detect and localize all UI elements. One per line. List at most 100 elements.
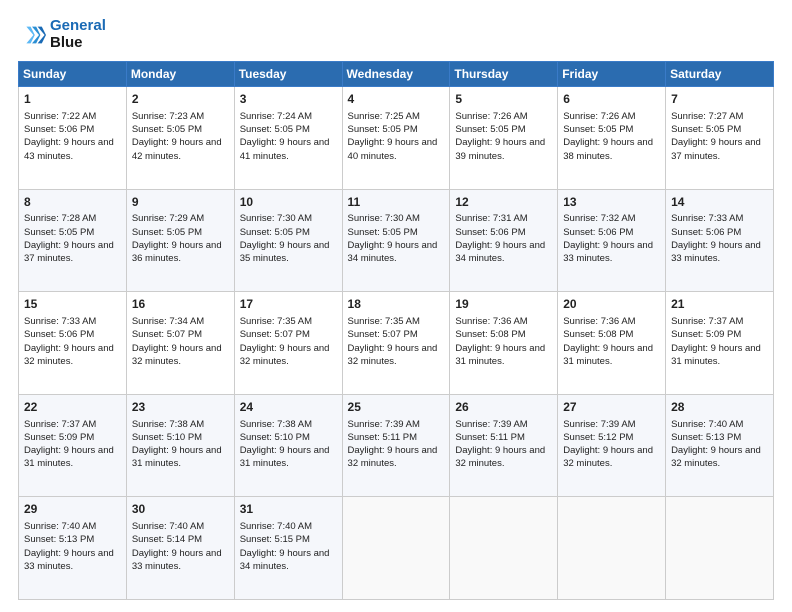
sunrise-time: Sunrise: 7:35 AM <box>240 316 312 327</box>
calendar-cell: 21 Sunrise: 7:37 AM Sunset: 5:09 PM Dayl… <box>666 292 774 395</box>
calendar-week-row: 8 Sunrise: 7:28 AM Sunset: 5:05 PM Dayli… <box>19 189 774 292</box>
calendar-cell: 1 Sunrise: 7:22 AM Sunset: 5:06 PM Dayli… <box>19 87 127 190</box>
day-number: 15 <box>24 296 121 313</box>
sunrise-time: Sunrise: 7:40 AM <box>24 521 96 532</box>
sunset-time: Sunset: 5:05 PM <box>240 227 310 238</box>
sunrise-time: Sunrise: 7:35 AM <box>348 316 420 327</box>
calendar-cell <box>666 497 774 600</box>
weekday-header-monday: Monday <box>126 62 234 87</box>
daylight-hours: Daylight: 9 hours and 43 minutes. <box>24 137 114 161</box>
calendar-cell: 29 Sunrise: 7:40 AM Sunset: 5:13 PM Dayl… <box>19 497 127 600</box>
weekday-header-tuesday: Tuesday <box>234 62 342 87</box>
sunset-time: Sunset: 5:11 PM <box>348 432 418 443</box>
sunset-time: Sunset: 5:12 PM <box>563 432 633 443</box>
day-number: 25 <box>348 399 445 416</box>
daylight-hours: Daylight: 9 hours and 31 minutes. <box>24 445 114 469</box>
sunrise-time: Sunrise: 7:40 AM <box>240 521 312 532</box>
calendar-cell <box>558 497 666 600</box>
sunrise-time: Sunrise: 7:29 AM <box>132 213 204 224</box>
sunset-time: Sunset: 5:08 PM <box>455 329 525 340</box>
sunset-time: Sunset: 5:05 PM <box>348 124 418 135</box>
calendar-cell: 25 Sunrise: 7:39 AM Sunset: 5:11 PM Dayl… <box>342 394 450 497</box>
daylight-hours: Daylight: 9 hours and 31 minutes. <box>671 343 761 367</box>
calendar-cell: 6 Sunrise: 7:26 AM Sunset: 5:05 PM Dayli… <box>558 87 666 190</box>
calendar-cell: 15 Sunrise: 7:33 AM Sunset: 5:06 PM Dayl… <box>19 292 127 395</box>
daylight-hours: Daylight: 9 hours and 31 minutes. <box>132 445 222 469</box>
daylight-hours: Daylight: 9 hours and 34 minutes. <box>240 548 330 572</box>
day-number: 9 <box>132 194 229 211</box>
sunrise-time: Sunrise: 7:33 AM <box>671 213 743 224</box>
calendar-cell: 9 Sunrise: 7:29 AM Sunset: 5:05 PM Dayli… <box>126 189 234 292</box>
daylight-hours: Daylight: 9 hours and 32 minutes. <box>455 445 545 469</box>
sunrise-time: Sunrise: 7:24 AM <box>240 111 312 122</box>
calendar-table: SundayMondayTuesdayWednesdayThursdayFrid… <box>18 61 774 600</box>
calendar-cell <box>450 497 558 600</box>
daylight-hours: Daylight: 9 hours and 32 minutes. <box>671 445 761 469</box>
day-number: 16 <box>132 296 229 313</box>
weekday-header-friday: Friday <box>558 62 666 87</box>
weekday-header-sunday: Sunday <box>19 62 127 87</box>
calendar-cell: 17 Sunrise: 7:35 AM Sunset: 5:07 PM Dayl… <box>234 292 342 395</box>
day-number: 7 <box>671 91 768 108</box>
day-number: 26 <box>455 399 552 416</box>
sunset-time: Sunset: 5:13 PM <box>671 432 741 443</box>
daylight-hours: Daylight: 9 hours and 33 minutes. <box>24 548 114 572</box>
day-number: 22 <box>24 399 121 416</box>
daylight-hours: Daylight: 9 hours and 32 minutes. <box>563 445 653 469</box>
day-number: 20 <box>563 296 660 313</box>
sunset-time: Sunset: 5:15 PM <box>240 534 310 545</box>
daylight-hours: Daylight: 9 hours and 31 minutes. <box>240 445 330 469</box>
sunrise-time: Sunrise: 7:40 AM <box>132 521 204 532</box>
calendar-cell: 12 Sunrise: 7:31 AM Sunset: 5:06 PM Dayl… <box>450 189 558 292</box>
sunrise-time: Sunrise: 7:26 AM <box>455 111 527 122</box>
weekday-header-saturday: Saturday <box>666 62 774 87</box>
day-number: 23 <box>132 399 229 416</box>
daylight-hours: Daylight: 9 hours and 37 minutes. <box>24 240 114 264</box>
daylight-hours: Daylight: 9 hours and 38 minutes. <box>563 137 653 161</box>
day-number: 30 <box>132 501 229 518</box>
sunset-time: Sunset: 5:06 PM <box>671 227 741 238</box>
sunrise-time: Sunrise: 7:32 AM <box>563 213 635 224</box>
day-number: 11 <box>348 194 445 211</box>
sunrise-time: Sunrise: 7:39 AM <box>563 419 635 430</box>
sunset-time: Sunset: 5:07 PM <box>240 329 310 340</box>
daylight-hours: Daylight: 9 hours and 42 minutes. <box>132 137 222 161</box>
sunset-time: Sunset: 5:05 PM <box>455 124 525 135</box>
sunset-time: Sunset: 5:05 PM <box>563 124 633 135</box>
calendar-cell: 20 Sunrise: 7:36 AM Sunset: 5:08 PM Dayl… <box>558 292 666 395</box>
day-number: 14 <box>671 194 768 211</box>
day-number: 6 <box>563 91 660 108</box>
sunset-time: Sunset: 5:09 PM <box>671 329 741 340</box>
daylight-hours: Daylight: 9 hours and 32 minutes. <box>240 343 330 367</box>
sunrise-time: Sunrise: 7:25 AM <box>348 111 420 122</box>
sunset-time: Sunset: 5:10 PM <box>240 432 310 443</box>
day-number: 4 <box>348 91 445 108</box>
sunrise-time: Sunrise: 7:39 AM <box>455 419 527 430</box>
sunrise-time: Sunrise: 7:36 AM <box>563 316 635 327</box>
sunset-time: Sunset: 5:06 PM <box>563 227 633 238</box>
day-number: 24 <box>240 399 337 416</box>
sunrise-time: Sunrise: 7:38 AM <box>240 419 312 430</box>
day-number: 5 <box>455 91 552 108</box>
calendar-cell: 13 Sunrise: 7:32 AM Sunset: 5:06 PM Dayl… <box>558 189 666 292</box>
day-number: 17 <box>240 296 337 313</box>
sunset-time: Sunset: 5:09 PM <box>24 432 94 443</box>
day-number: 29 <box>24 501 121 518</box>
logo-text: General Blue <box>50 18 106 51</box>
day-number: 31 <box>240 501 337 518</box>
sunrise-time: Sunrise: 7:34 AM <box>132 316 204 327</box>
calendar-cell: 31 Sunrise: 7:40 AM Sunset: 5:15 PM Dayl… <box>234 497 342 600</box>
day-number: 27 <box>563 399 660 416</box>
calendar-cell: 28 Sunrise: 7:40 AM Sunset: 5:13 PM Dayl… <box>666 394 774 497</box>
daylight-hours: Daylight: 9 hours and 39 minutes. <box>455 137 545 161</box>
calendar-cell: 23 Sunrise: 7:38 AM Sunset: 5:10 PM Dayl… <box>126 394 234 497</box>
daylight-hours: Daylight: 9 hours and 35 minutes. <box>240 240 330 264</box>
sunrise-time: Sunrise: 7:28 AM <box>24 213 96 224</box>
sunset-time: Sunset: 5:05 PM <box>132 124 202 135</box>
calendar-week-row: 1 Sunrise: 7:22 AM Sunset: 5:06 PM Dayli… <box>19 87 774 190</box>
sunset-time: Sunset: 5:08 PM <box>563 329 633 340</box>
daylight-hours: Daylight: 9 hours and 32 minutes. <box>348 343 438 367</box>
sunrise-time: Sunrise: 7:38 AM <box>132 419 204 430</box>
sunset-time: Sunset: 5:05 PM <box>240 124 310 135</box>
sunset-time: Sunset: 5:11 PM <box>455 432 525 443</box>
